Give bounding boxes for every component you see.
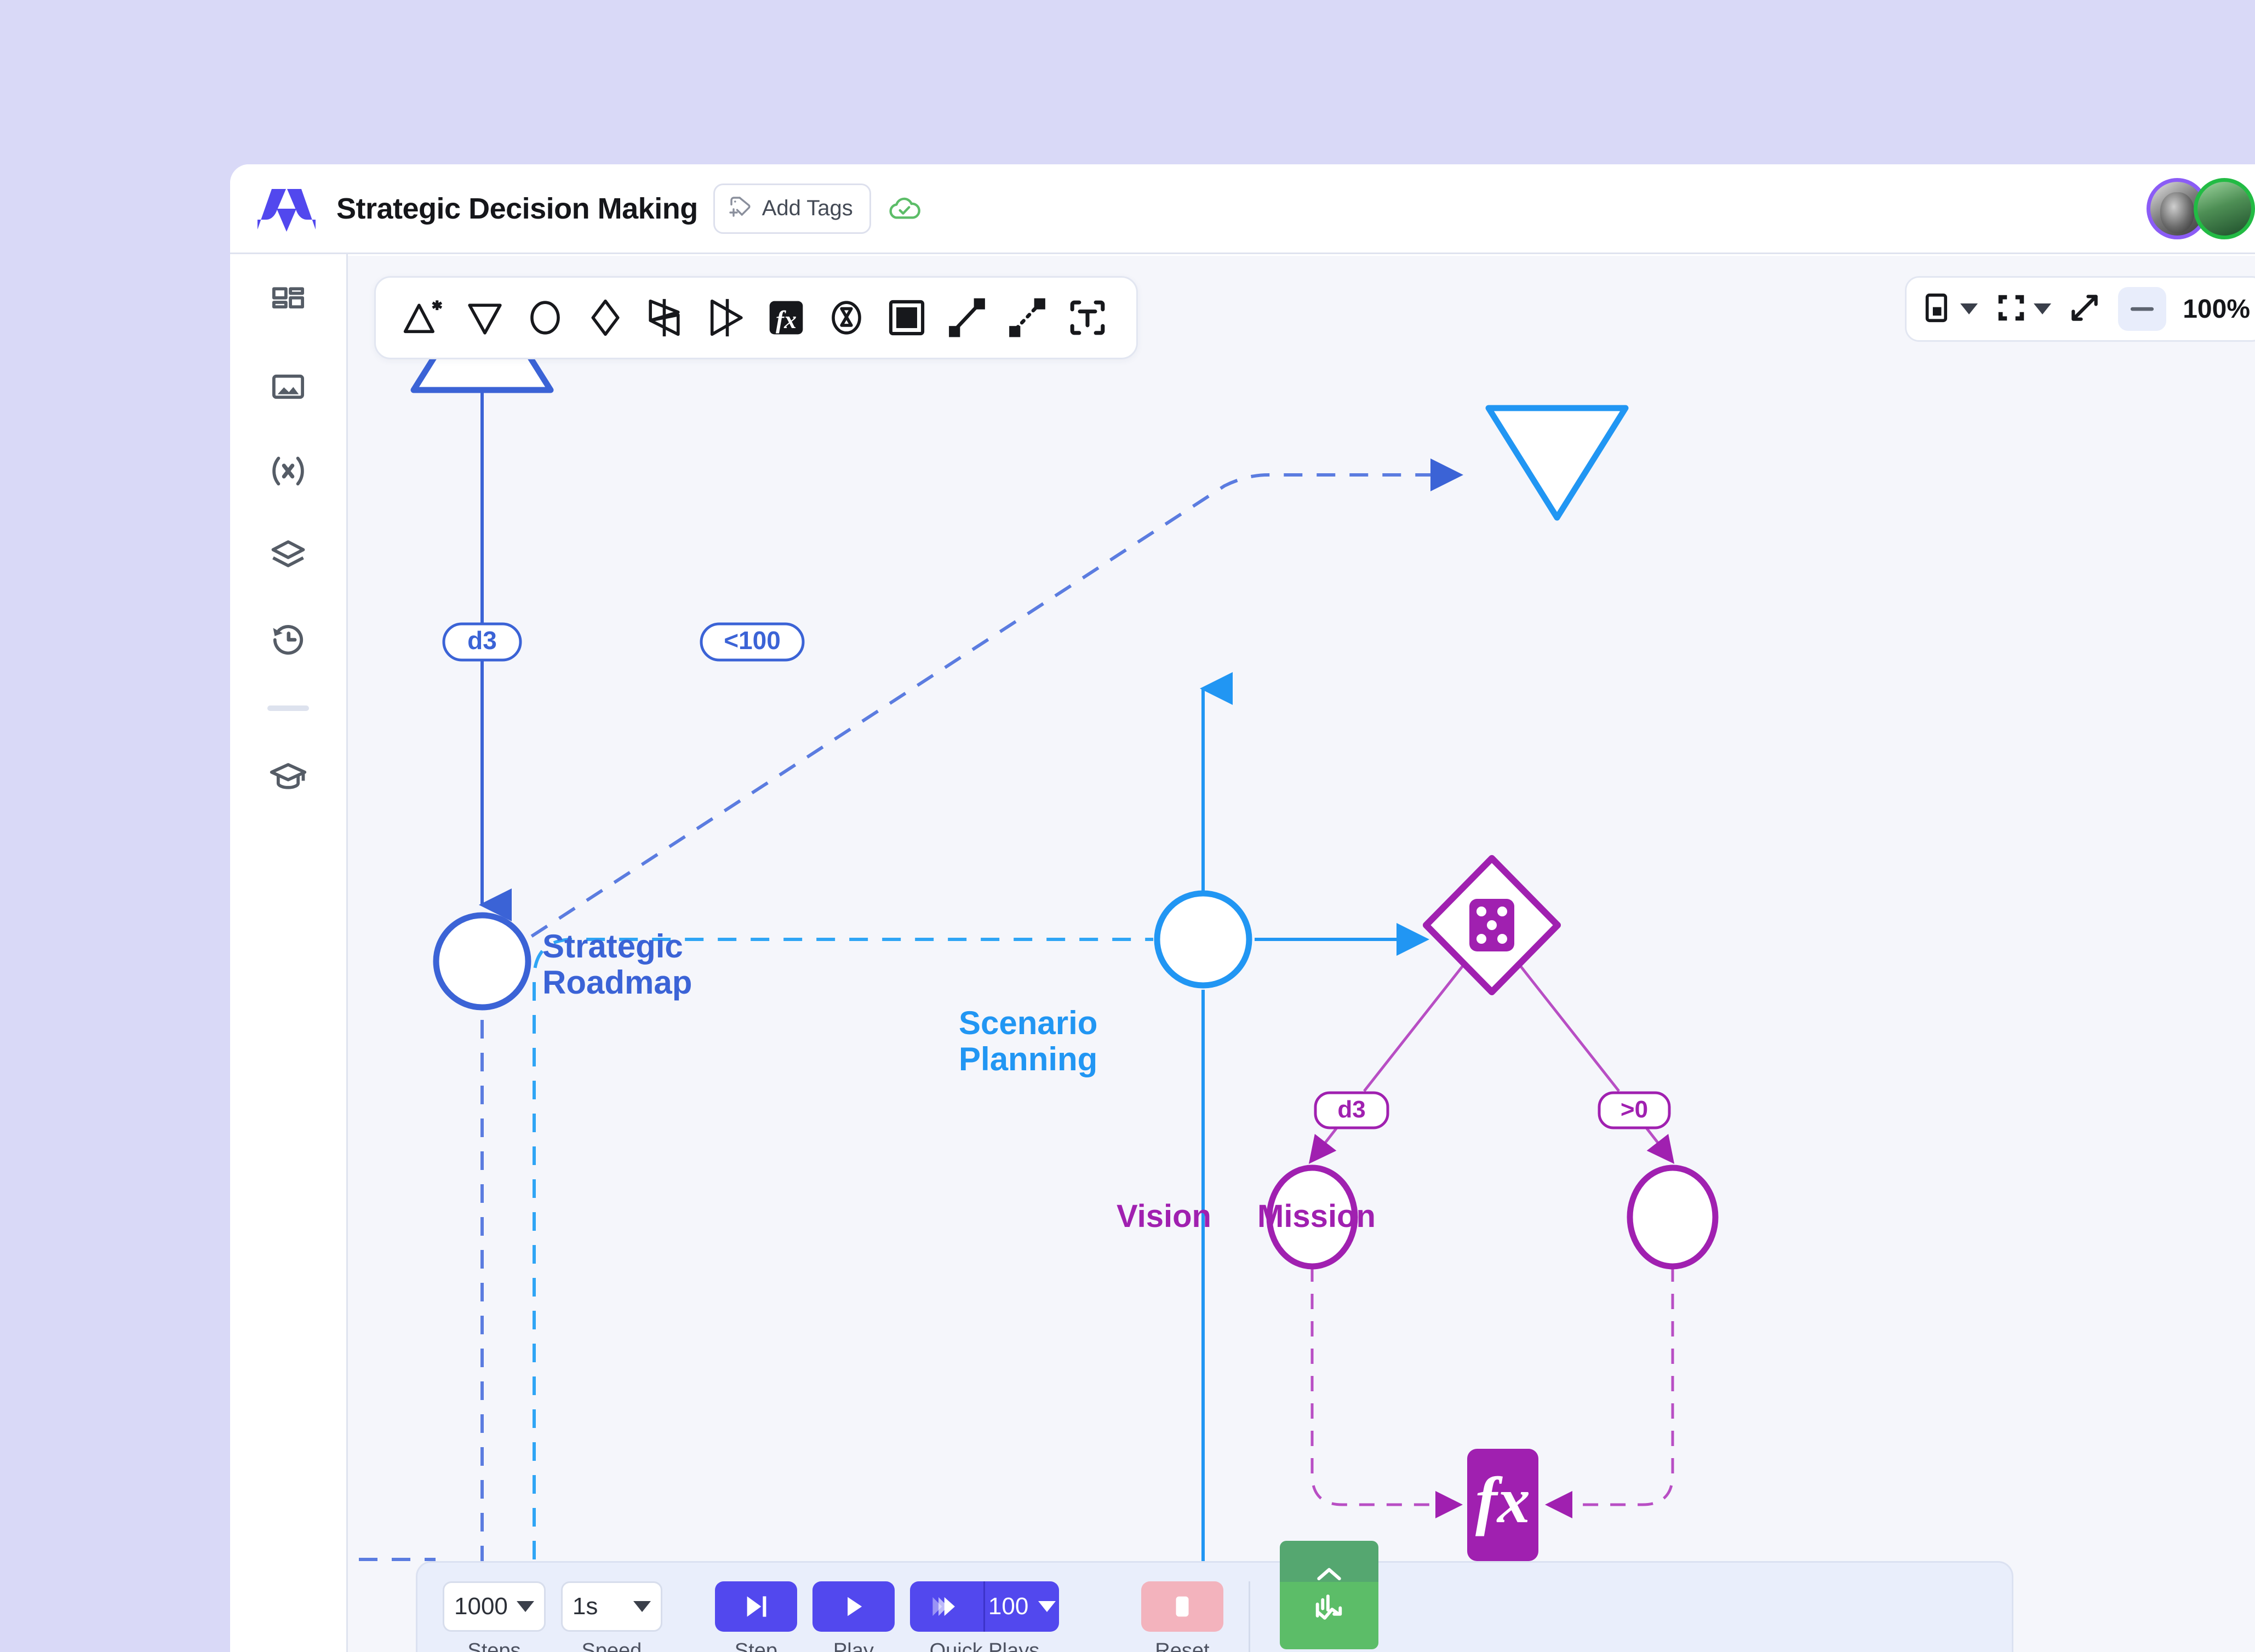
page-fit-icon [1921, 291, 1955, 328]
sidebar-item-layers[interactable] [262, 534, 314, 577]
tool-frame[interactable] [877, 288, 937, 348]
simulation-control-bar: 1000 Steps 1s Speed Step Play 100 Quick … [416, 1541, 2013, 1652]
speed-label: Speed [581, 1639, 642, 1652]
play-button[interactable] [812, 1581, 895, 1632]
step-button[interactable] [714, 1581, 797, 1632]
diagram-canvas[interactable]: * fx [348, 256, 2255, 1652]
svg-text:d3: d3 [467, 626, 497, 655]
quick-plays-run[interactable] [910, 1581, 986, 1632]
quick-plays-label: Quick Plays [929, 1639, 1040, 1652]
svg-text:fx: fx [1475, 1464, 1530, 1536]
zoom-toolbar: 100% [1905, 276, 2255, 342]
tool-triangle-down[interactable] [455, 288, 515, 348]
reset-label: Reset [1155, 1639, 1210, 1652]
chevron-down-icon [633, 1601, 651, 1612]
sidebar-divider [267, 705, 309, 711]
page-fit-control[interactable] [1921, 291, 1978, 328]
speed-value: 1s [572, 1593, 598, 1620]
zoom-level-value: 100% [2183, 294, 2250, 324]
steps-control: 1000 Steps [443, 1581, 546, 1652]
play-label: Play [833, 1639, 874, 1652]
quick-plays-button[interactable]: 100 [909, 1581, 1059, 1632]
cloud-check-icon [888, 196, 922, 222]
chevron-down-icon [1960, 303, 1978, 314]
chevron-down-icon [516, 1601, 534, 1612]
play-control: Play [812, 1581, 895, 1652]
open-chart-control: Open Chart [1275, 1541, 1383, 1652]
tool-diamond[interactable] [575, 288, 636, 348]
play-icon [848, 1597, 862, 1616]
reset-control: Reset [1141, 1581, 1223, 1652]
sidebar-item-learn[interactable] [262, 755, 314, 799]
reset-button[interactable] [1141, 1581, 1223, 1632]
app-window: Strategic Decision Making Add Tags fx d3… [230, 164, 2255, 1652]
svg-text:d3: d3 [1337, 1096, 1365, 1123]
selection-fit-icon [1994, 291, 2028, 328]
quick-plays-count-select[interactable]: 100 [985, 1581, 1059, 1632]
shape-toolbar: fx [374, 276, 1138, 359]
steps-select[interactable]: 1000 [443, 1581, 546, 1632]
step-control: Step [714, 1581, 797, 1652]
stop-square-icon [1176, 1596, 1189, 1617]
chevron-up-icon [1317, 1568, 1341, 1581]
expand-arrows-icon [2068, 291, 2102, 328]
fast-forward-icon [932, 1597, 955, 1616]
svg-text:<100: <100 [724, 626, 781, 655]
edge-chip-lt100: <100 [700, 622, 805, 662]
tool-play-shape[interactable] [696, 288, 756, 348]
sidebar-item-dashboard[interactable] [262, 280, 314, 324]
edge-chip-d3-left: d3 [442, 622, 522, 662]
zoom-out-button[interactable] [2118, 287, 2167, 331]
speed-control: 1s Speed [560, 1581, 662, 1652]
chevron-down-icon [2034, 303, 2052, 314]
chevron-down-icon [1038, 1601, 1056, 1612]
selection-fit-control[interactable] [1994, 291, 2052, 328]
sidebar-item-media[interactable] [262, 365, 314, 409]
control-bar-divider [1248, 1581, 1250, 1652]
left-sidebar [230, 254, 348, 1652]
tool-timer[interactable] [816, 288, 877, 348]
user-avatar-2[interactable] [2194, 177, 2255, 239]
add-tags-button[interactable]: Add Tags [713, 183, 871, 234]
svg-text:>0: >0 [1621, 1096, 1648, 1123]
minus-icon [2131, 307, 2154, 311]
tag-plus-icon [727, 194, 753, 223]
steps-value: 1000 [454, 1593, 508, 1620]
app-header: Strategic Decision Making Add Tags [230, 164, 2255, 254]
quick-plays-control: 100 Quick Plays [909, 1581, 1059, 1652]
chart-bars-icon [1315, 1594, 1342, 1620]
expand-control[interactable] [2068, 291, 2102, 328]
step-label: Step [734, 1639, 777, 1652]
sidebar-item-variables[interactable] [262, 449, 314, 493]
tool-triangle-start[interactable] [394, 288, 455, 348]
speed-select[interactable]: 1s [560, 1581, 662, 1632]
tool-dashed-link[interactable] [997, 288, 1057, 348]
tool-text[interactable] [1057, 288, 1118, 348]
sidebar-item-history[interactable] [262, 618, 314, 662]
steps-label: Steps [467, 1639, 521, 1652]
tool-circle[interactable] [515, 288, 575, 348]
edge-chip-gt0: >0 [1598, 1091, 1671, 1129]
tool-solid-link[interactable] [937, 288, 997, 348]
quick-plays-value: 100 [988, 1593, 1029, 1620]
mosaic-logo[interactable] [253, 184, 320, 233]
collaborator-avatars [2147, 177, 2255, 239]
edge-chip-d3-right: d3 [1314, 1091, 1389, 1129]
page-title: Strategic Decision Making [336, 192, 698, 225]
diagram-graph: * fx [348, 272, 1719, 1652]
add-tags-label: Add Tags [762, 196, 853, 220]
step-forward-icon [747, 1596, 766, 1617]
svg-text:fx: fx [776, 306, 797, 334]
open-chart-button[interactable] [1280, 1541, 1379, 1649]
tool-function[interactable]: fx [756, 288, 816, 348]
tool-hourglass-split[interactable] [636, 288, 696, 348]
dice-five-icon [1469, 899, 1514, 951]
